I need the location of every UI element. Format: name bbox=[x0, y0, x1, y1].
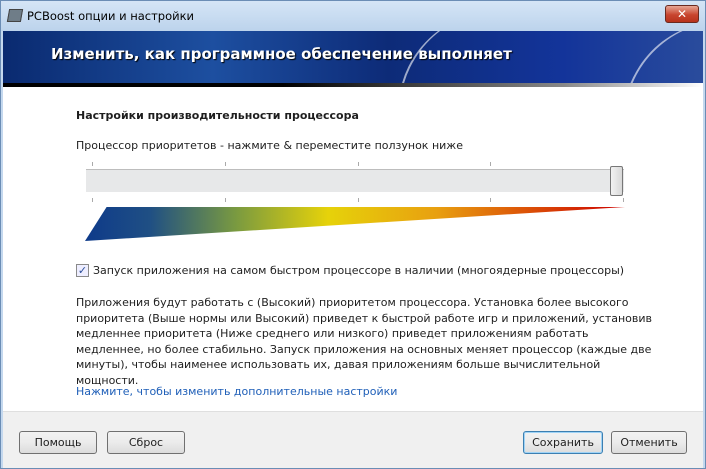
priority-slider-thumb[interactable] bbox=[610, 166, 623, 196]
description-text: Приложения будут работать с (Высокий) пр… bbox=[76, 296, 653, 387]
checkbox-check-icon[interactable]: ✓ bbox=[76, 264, 89, 277]
slider-label: Процессор приоритетов - нажмите & переме… bbox=[76, 139, 463, 152]
window-title: PCBoost опции и настройки bbox=[27, 9, 195, 23]
advanced-settings-link[interactable]: Нажмите, чтобы изменить дополнительные н… bbox=[76, 385, 397, 398]
fastest-cpu-checkbox[interactable]: ✓ Запуск приложения на самом быстром про… bbox=[76, 264, 624, 277]
priority-slider-track[interactable] bbox=[86, 169, 624, 192]
button-bar: Помощь Сброс Сохранить Отменить bbox=[3, 411, 703, 468]
header-banner: Изменить, как программное обеспечение вы… bbox=[3, 31, 703, 83]
cancel-button[interactable]: Отменить bbox=[611, 431, 687, 454]
close-button[interactable]: ✕ bbox=[665, 5, 699, 23]
dialog-window: PCBoost опции и настройки ✕ Изменить, ка… bbox=[0, 0, 706, 469]
save-button[interactable]: Сохранить bbox=[523, 431, 603, 454]
reset-button[interactable]: Сброс bbox=[107, 431, 185, 454]
banner-title: Изменить, как программное обеспечение вы… bbox=[51, 45, 512, 63]
checkbox-label: Запуск приложения на самом быстром проце… bbox=[93, 264, 625, 277]
priority-gradient bbox=[85, 207, 625, 241]
help-button[interactable]: Помощь bbox=[19, 431, 97, 454]
title-bar: PCBoost опции и настройки ✕ bbox=[1, 1, 705, 31]
app-icon bbox=[6, 9, 24, 22]
section-heading: Настройки производительности процессора bbox=[76, 109, 359, 122]
content-panel: Настройки производительности процессора … bbox=[3, 87, 703, 411]
